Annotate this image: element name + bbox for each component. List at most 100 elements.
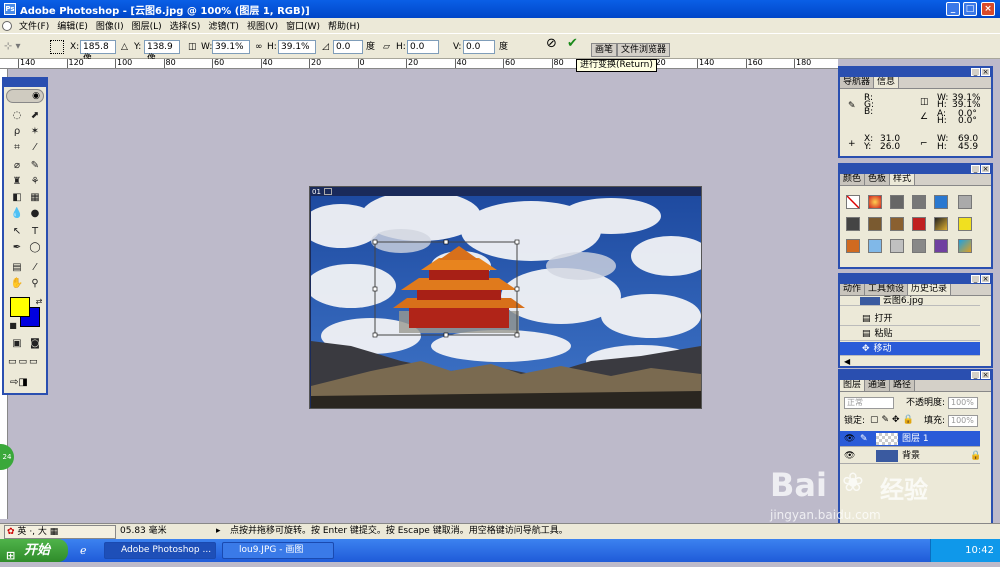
tab-file-browser[interactable]: 文件浏览器 xyxy=(617,43,671,57)
status-arrow-icon[interactable]: ▸ xyxy=(216,524,221,539)
info-panel-titlebar[interactable]: _ × xyxy=(840,68,991,77)
style-swatch[interactable] xyxy=(846,217,860,231)
canvas-image[interactable] xyxy=(311,196,701,408)
blur-tool-icon[interactable]: 💧 xyxy=(10,207,24,221)
history-item-selected[interactable]: ✥ 移动 xyxy=(840,342,980,356)
lasso-tool-icon[interactable]: ρ xyxy=(10,125,24,139)
tab-history[interactable]: 历史记录 xyxy=(908,284,952,295)
history-snapshot[interactable]: 云图6.jpg xyxy=(840,296,980,306)
jump-to-imageready-icon[interactable]: ⇨◨ xyxy=(10,377,46,389)
rotate-input[interactable]: 0.0 xyxy=(333,40,363,54)
styles-panel-titlebar[interactable]: _ × xyxy=(840,165,991,174)
crop-tool-icon[interactable]: ⌗ xyxy=(10,141,24,155)
app-menu-icon[interactable] xyxy=(2,20,12,31)
tab-info[interactable]: 信息 xyxy=(874,77,900,88)
clock[interactable]: 10:42 xyxy=(930,539,1000,562)
tab-swatches[interactable]: 色板 xyxy=(865,174,891,185)
transform-tool-icon[interactable]: ⊹ ▾ xyxy=(4,41,34,53)
blend-mode-select[interactable]: 正常 xyxy=(844,397,894,409)
move-tool-icon[interactable]: ⬈ xyxy=(28,109,42,123)
visibility-eye-icon[interactable]: 👁 xyxy=(844,431,855,447)
menu-view[interactable]: 视图(V) xyxy=(243,19,282,32)
style-swatch[interactable] xyxy=(912,239,926,253)
opacity-input[interactable]: 100% xyxy=(948,397,978,409)
menu-image[interactable]: 图像(I) xyxy=(92,19,128,32)
floating-badge[interactable]: 24 xyxy=(0,444,14,470)
dodge-tool-icon[interactable]: ● xyxy=(28,207,42,221)
tab-color[interactable]: 颜色 xyxy=(840,174,866,185)
ime-extra[interactable]: ·, 大 xyxy=(29,527,47,537)
slice-tool-icon[interactable]: ⁄ xyxy=(28,141,42,155)
hskew-input[interactable]: 0.0 xyxy=(407,40,439,54)
width-input[interactable]: 39.1% xyxy=(212,40,250,54)
quicklaunch-ie-icon[interactable]: ℯ xyxy=(80,544,94,558)
vskew-input[interactable]: 0.0 xyxy=(463,40,495,54)
gradient-tool-icon[interactable]: ▦ xyxy=(28,191,42,205)
eyedropper-tool-icon[interactable]: ⁄ xyxy=(28,261,42,275)
style-swatch[interactable] xyxy=(934,239,948,253)
menu-window[interactable]: 窗口(W) xyxy=(282,19,324,32)
style-none[interactable] xyxy=(846,195,860,209)
style-swatch[interactable] xyxy=(890,239,904,253)
menu-filter[interactable]: 滤镜(T) xyxy=(204,19,243,32)
photoshop-online-icon[interactable]: ◉ xyxy=(6,89,44,103)
style-swatch[interactable] xyxy=(934,217,948,231)
task-paint[interactable]: lou9.JPG - 画图 xyxy=(222,542,334,559)
eraser-tool-icon[interactable]: ◧ xyxy=(10,191,24,205)
brush-tool-icon[interactable]: ✎ xyxy=(28,159,42,173)
history-item[interactable]: ▤ 粘贴 xyxy=(840,327,980,341)
title-bar[interactable]: Ps Adobe Photoshop - [云图6.jpg @ 100% (图层… xyxy=(0,0,1000,18)
style-swatch[interactable] xyxy=(912,195,926,209)
maximize-button[interactable]: □ xyxy=(963,2,977,16)
swap-colors-icon[interactable]: ⇄ xyxy=(32,295,46,309)
hand-tool-icon[interactable]: ✋ xyxy=(10,277,24,291)
style-swatch[interactable] xyxy=(890,217,904,231)
ime-mode[interactable]: 英 xyxy=(17,527,26,537)
standard-mode-icon[interactable]: ▣ xyxy=(10,337,24,351)
link-icon[interactable]: ∞ xyxy=(255,42,263,52)
menu-help[interactable]: 帮助(H) xyxy=(324,19,364,32)
shape-tool-icon[interactable]: ◯ xyxy=(28,241,42,255)
screen-mode-icon[interactable]: ▭▭▭ xyxy=(8,357,46,369)
history-item[interactable]: ▤ 打开 xyxy=(840,312,980,326)
foreground-color-swatch[interactable] xyxy=(10,297,30,317)
clone-stamp-icon[interactable]: ♜ xyxy=(10,175,24,189)
layers-panel-minimize[interactable]: _ xyxy=(971,371,980,379)
style-swatch[interactable] xyxy=(958,239,972,253)
tab-actions[interactable]: 动作 xyxy=(840,284,866,295)
commit-transform-icon[interactable]: ✔ xyxy=(567,37,578,50)
healing-brush-icon[interactable]: ⌀ xyxy=(10,159,24,173)
height-input[interactable]: 39.1% xyxy=(278,40,316,54)
menu-layer[interactable]: 图层(L) xyxy=(128,19,166,32)
pen-tool-icon[interactable]: ✒ xyxy=(10,241,24,255)
layers-panel-titlebar[interactable]: _ × xyxy=(840,371,991,380)
styles-panel-minimize[interactable]: _ xyxy=(971,165,980,173)
type-tool-icon[interactable]: T xyxy=(28,225,42,239)
cancel-transform-icon[interactable]: ⊘ xyxy=(546,37,557,50)
reference-point-icon[interactable] xyxy=(50,40,64,54)
info-panel-close[interactable]: × xyxy=(981,68,990,76)
toolbox-titlebar[interactable] xyxy=(4,79,46,87)
style-swatch[interactable] xyxy=(934,195,948,209)
keyboard-icon[interactable]: ▦ xyxy=(50,527,59,537)
info-panel-minimize[interactable]: _ xyxy=(971,68,980,76)
menu-file[interactable]: 文件(F) xyxy=(15,19,53,32)
tab-navigator[interactable]: 导航器 xyxy=(840,77,875,88)
quick-mask-icon[interactable]: ◙ xyxy=(28,337,42,351)
visibility-eye-icon[interactable]: 👁 xyxy=(844,448,855,464)
y-input[interactable]: 138.9 像 xyxy=(144,40,180,64)
style-swatch[interactable] xyxy=(958,195,972,209)
styles-panel-close[interactable]: × xyxy=(981,165,990,173)
document-tab[interactable]: 01 xyxy=(312,188,322,196)
style-swatch[interactable] xyxy=(912,217,926,231)
menu-edit[interactable]: 编辑(E) xyxy=(53,19,92,32)
default-colors-icon[interactable]: ■ xyxy=(6,319,20,333)
notes-tool-icon[interactable]: ▤ xyxy=(10,261,24,275)
layer-row[interactable]: 👁 背景 🔒 xyxy=(840,448,981,464)
tab-brushes[interactable]: 画笔 xyxy=(591,43,618,57)
tab-layers[interactable]: 图层 xyxy=(840,380,866,391)
zoom-tool-icon[interactable]: ⚲ xyxy=(28,277,42,291)
tab-styles[interactable]: 样式 xyxy=(890,174,916,185)
style-swatch[interactable] xyxy=(958,217,972,231)
fill-input[interactable]: 100% xyxy=(948,415,978,427)
